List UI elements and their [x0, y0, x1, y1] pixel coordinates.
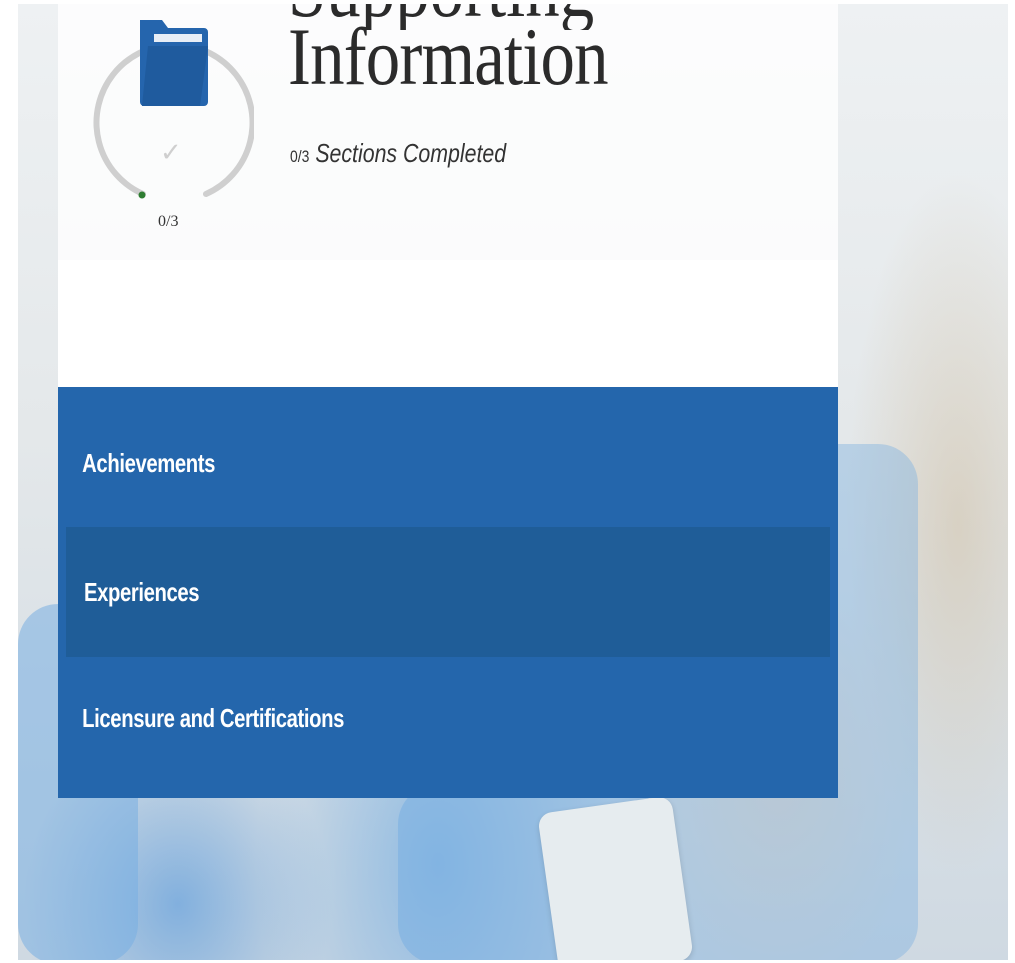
folder-icon	[140, 20, 208, 106]
sections-completed: 0/3 Sections Completed	[290, 138, 506, 169]
menu-item-licensure-and-certifications[interactable]: Licensure and Certifications	[58, 657, 838, 779]
progress-label: 0/3	[158, 213, 179, 230]
menu-item-label: Achievements	[82, 447, 216, 478]
checkmark-icon: ✓	[160, 138, 182, 168]
progress-indicator-dot	[138, 191, 146, 199]
menu-item-achievements[interactable]: Achievements	[58, 399, 838, 527]
section-menu: Achievements Experiences Licensure and C…	[58, 387, 838, 798]
menu-item-label: Experiences	[83, 576, 200, 607]
background-tablet	[537, 795, 694, 960]
sections-completed-count: 0/3	[290, 147, 310, 166]
sections-completed-label: Sections Completed	[315, 138, 507, 168]
page-title: Information	[288, 11, 609, 102]
header-spacer	[58, 260, 838, 387]
menu-item-experiences[interactable]: Experiences	[66, 527, 830, 657]
menu-item-label: Licensure and Certifications	[82, 702, 344, 733]
